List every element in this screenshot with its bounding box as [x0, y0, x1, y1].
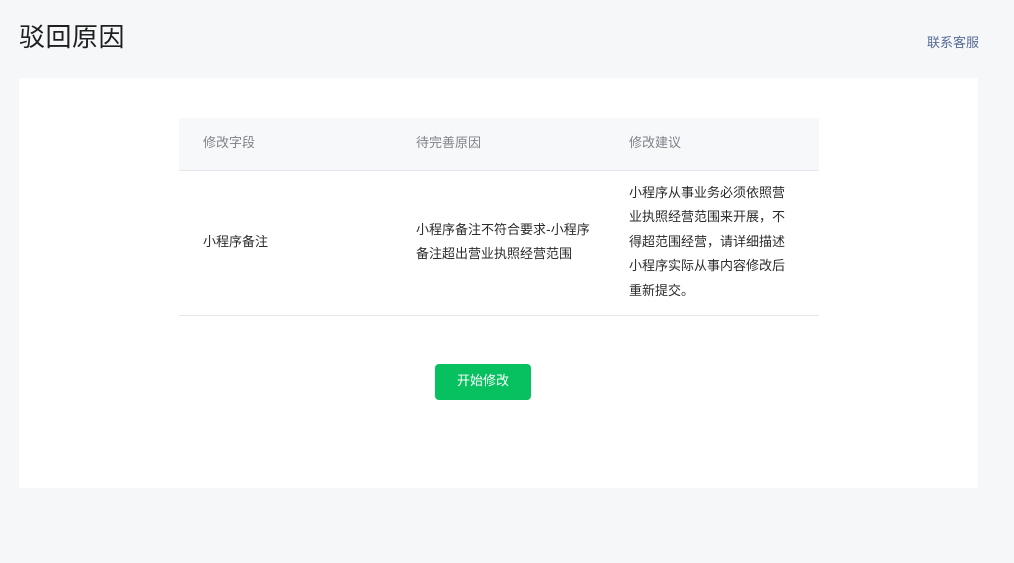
column-header-reason: 待完善原因 [416, 136, 482, 151]
contact-support-link[interactable]: 联系客服 [927, 35, 979, 53]
rejection-reason-table: 修改字段 待完善原因 修改建议 小程序备注 小程序备注不符合要求-小程序备注超出… [179, 118, 819, 316]
field-cell: 小程序备注 [203, 234, 269, 250]
rejection-card: 修改字段 待完善原因 修改建议 小程序备注 小程序备注不符合要求-小程序备注超出… [19, 78, 978, 488]
column-header-field: 修改字段 [203, 136, 256, 151]
start-edit-button[interactable]: 开始修改 [435, 364, 531, 400]
column-header-suggestion: 修改建议 [629, 136, 682, 151]
reason-cell: 小程序备注不符合要求-小程序备注超出营业执照经营范围 [416, 222, 590, 263]
page-title: 驳回原因 [19, 23, 126, 53]
suggestion-cell: 小程序从事业务必须依照营业执照经营范围来开展，不得超范围经营，请详细描述小程序实… [629, 185, 786, 299]
table-row: 小程序备注 小程序备注不符合要求-小程序备注超出营业执照经营范围 小程序从事业务… [179, 171, 819, 316]
table-header: 修改字段 待完善原因 修改建议 [179, 118, 819, 171]
